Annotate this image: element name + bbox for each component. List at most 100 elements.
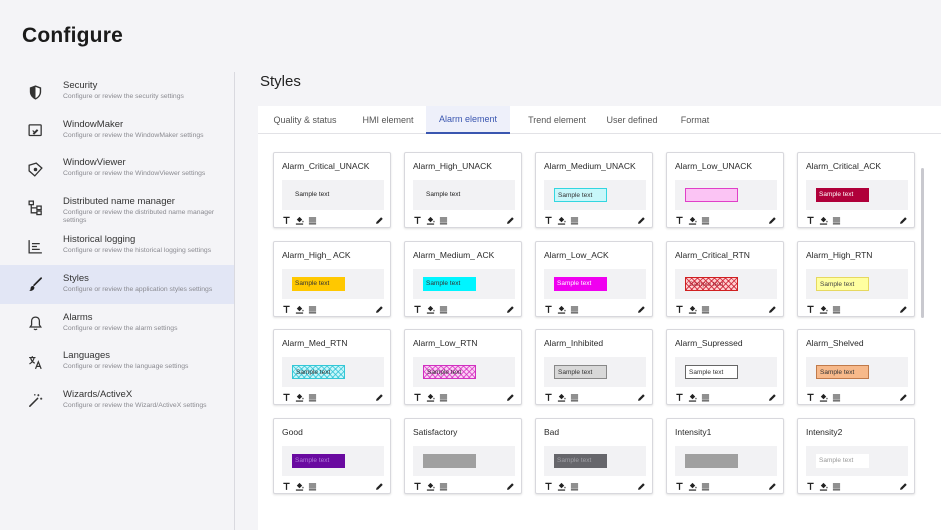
line-style-icon[interactable] xyxy=(832,482,841,491)
text-format-icon[interactable] xyxy=(806,216,815,225)
edit-pencil-icon[interactable] xyxy=(899,216,908,225)
edit-pencil-icon[interactable] xyxy=(637,216,646,225)
line-style-icon[interactable] xyxy=(570,305,579,314)
fill-color-icon[interactable] xyxy=(819,393,828,402)
edit-pencil-icon[interactable] xyxy=(375,393,384,402)
text-format-icon[interactable] xyxy=(282,216,291,225)
line-style-icon[interactable] xyxy=(832,305,841,314)
line-style-icon[interactable] xyxy=(439,393,448,402)
style-card-alarm-critical-unack[interactable]: Alarm_Critical_UNACK Sample text xyxy=(273,152,391,228)
fill-color-icon[interactable] xyxy=(688,482,697,491)
fill-color-icon[interactable] xyxy=(295,216,304,225)
text-format-icon[interactable] xyxy=(544,305,553,314)
line-style-icon[interactable] xyxy=(308,305,317,314)
style-card-alarm-shelved[interactable]: Alarm_Shelved Sample text xyxy=(797,329,915,405)
edit-pencil-icon[interactable] xyxy=(768,305,777,314)
sidebar-item-security[interactable]: Security Configure or review the security… xyxy=(0,72,234,111)
style-card-alarm-low-ack[interactable]: Alarm_Low_ACK Sample text xyxy=(535,240,653,317)
text-format-icon[interactable] xyxy=(544,216,553,225)
text-format-icon[interactable] xyxy=(282,305,291,314)
text-format-icon[interactable] xyxy=(806,305,815,314)
fill-color-icon[interactable] xyxy=(688,216,697,225)
sidebar-item-windowviewer[interactable]: WindowViewer Configure or review the Wind… xyxy=(0,149,234,188)
style-card-bad[interactable]: Bad Sample text xyxy=(535,417,653,494)
fill-color-icon[interactable] xyxy=(688,393,697,402)
sidebar-item-distributed-name-manager[interactable]: Distributed name manager Configure or rev… xyxy=(0,188,234,227)
edit-pencil-icon[interactable] xyxy=(768,393,777,402)
text-format-icon[interactable] xyxy=(413,216,422,225)
edit-pencil-icon[interactable] xyxy=(375,305,384,314)
sidebar-item-windowmaker[interactable]: WindowMaker Configure or review the Windo… xyxy=(0,111,234,150)
text-format-icon[interactable] xyxy=(806,482,815,491)
text-format-icon[interactable] xyxy=(282,482,291,491)
edit-pencil-icon[interactable] xyxy=(768,482,777,491)
fill-color-icon[interactable] xyxy=(688,305,697,314)
edit-pencil-icon[interactable] xyxy=(506,393,515,402)
tab-hmi-element[interactable]: HMI element xyxy=(351,106,425,134)
fill-color-icon[interactable] xyxy=(819,305,828,314)
sidebar-item-wizards-activex[interactable]: Wizards/ActiveX Configure or review the W… xyxy=(0,381,234,420)
text-format-icon[interactable] xyxy=(544,393,553,402)
style-card-alarm-low-unack[interactable]: Alarm_Low_UNACK Sample text xyxy=(666,152,784,228)
line-style-icon[interactable] xyxy=(570,393,579,402)
sidebar-item-languages[interactable]: Languages Configure or review the languag… xyxy=(0,342,234,381)
fill-color-icon[interactable] xyxy=(819,216,828,225)
text-format-icon[interactable] xyxy=(806,393,815,402)
line-style-icon[interactable] xyxy=(832,393,841,402)
edit-pencil-icon[interactable] xyxy=(506,482,515,491)
line-style-icon[interactable] xyxy=(439,305,448,314)
text-format-icon[interactable] xyxy=(675,305,684,314)
style-card-alarm-low-rtn[interactable]: Alarm_Low_RTN Sample text xyxy=(404,329,522,405)
style-card-intensity2[interactable]: Intensity2 Sample text xyxy=(797,417,915,494)
fill-color-icon[interactable] xyxy=(426,393,435,402)
style-card-alarm-medium-ack[interactable]: Alarm_Medium_ ACK Sample text xyxy=(404,240,522,317)
line-style-icon[interactable] xyxy=(308,393,317,402)
fill-color-icon[interactable] xyxy=(295,393,304,402)
tab-format[interactable]: Format xyxy=(673,106,717,134)
text-format-icon[interactable] xyxy=(544,482,553,491)
text-format-icon[interactable] xyxy=(675,216,684,225)
tab-quality-status[interactable]: Quality & status xyxy=(267,106,343,134)
style-card-alarm-supressed[interactable]: Alarm_Supressed Sample text xyxy=(666,329,784,405)
text-format-icon[interactable] xyxy=(675,393,684,402)
fill-color-icon[interactable] xyxy=(557,482,566,491)
style-card-alarm-medium-unack[interactable]: Alarm_Medium_UNACK Sample text xyxy=(535,152,653,228)
fill-color-icon[interactable] xyxy=(426,216,435,225)
line-style-icon[interactable] xyxy=(308,216,317,225)
edit-pencil-icon[interactable] xyxy=(637,482,646,491)
style-card-intensity1[interactable]: Intensity1 Sample text xyxy=(666,417,784,494)
line-style-icon[interactable] xyxy=(701,216,710,225)
edit-pencil-icon[interactable] xyxy=(899,393,908,402)
vertical-scrollbar[interactable] xyxy=(921,168,924,318)
text-format-icon[interactable] xyxy=(282,393,291,402)
edit-pencil-icon[interactable] xyxy=(506,216,515,225)
tab-trend-element[interactable]: Trend element xyxy=(512,106,602,134)
line-style-icon[interactable] xyxy=(439,482,448,491)
style-card-alarm-inhibited[interactable]: Alarm_Inhibited Sample text xyxy=(535,329,653,405)
edit-pencil-icon[interactable] xyxy=(637,393,646,402)
fill-color-icon[interactable] xyxy=(557,216,566,225)
style-card-alarm-high-rtn[interactable]: Alarm_High_RTN Sample text xyxy=(797,240,915,317)
style-card-alarm-high-unack[interactable]: Alarm_High_UNACK Sample text xyxy=(404,152,522,228)
edit-pencil-icon[interactable] xyxy=(899,482,908,491)
fill-color-icon[interactable] xyxy=(426,305,435,314)
line-style-icon[interactable] xyxy=(701,482,710,491)
style-card-alarm-critical-ack[interactable]: Alarm_Critical_ACK Sample text xyxy=(797,152,915,228)
edit-pencil-icon[interactable] xyxy=(768,216,777,225)
sidebar-item-alarms[interactable]: Alarms Configure or review the alarm sett… xyxy=(0,304,234,343)
tab-user-defined[interactable]: User defined xyxy=(596,106,668,134)
tab-alarm-element[interactable]: Alarm element xyxy=(426,106,510,134)
line-style-icon[interactable] xyxy=(701,393,710,402)
style-card-alarm-high-ack[interactable]: Alarm_High_ ACK Sample text xyxy=(273,240,391,317)
line-style-icon[interactable] xyxy=(439,216,448,225)
edit-pencil-icon[interactable] xyxy=(506,305,515,314)
sidebar-item-styles[interactable]: Styles Configure or review the applicatio… xyxy=(0,264,234,304)
edit-pencil-icon[interactable] xyxy=(375,216,384,225)
line-style-icon[interactable] xyxy=(832,216,841,225)
style-card-satisfactory[interactable]: Satisfactory Sample text xyxy=(404,417,522,494)
fill-color-icon[interactable] xyxy=(557,393,566,402)
fill-color-icon[interactable] xyxy=(557,305,566,314)
fill-color-icon[interactable] xyxy=(426,482,435,491)
text-format-icon[interactable] xyxy=(413,393,422,402)
style-card-alarm-critical-rtn[interactable]: Alarm_Critical_RTN Sample text xyxy=(666,240,784,317)
